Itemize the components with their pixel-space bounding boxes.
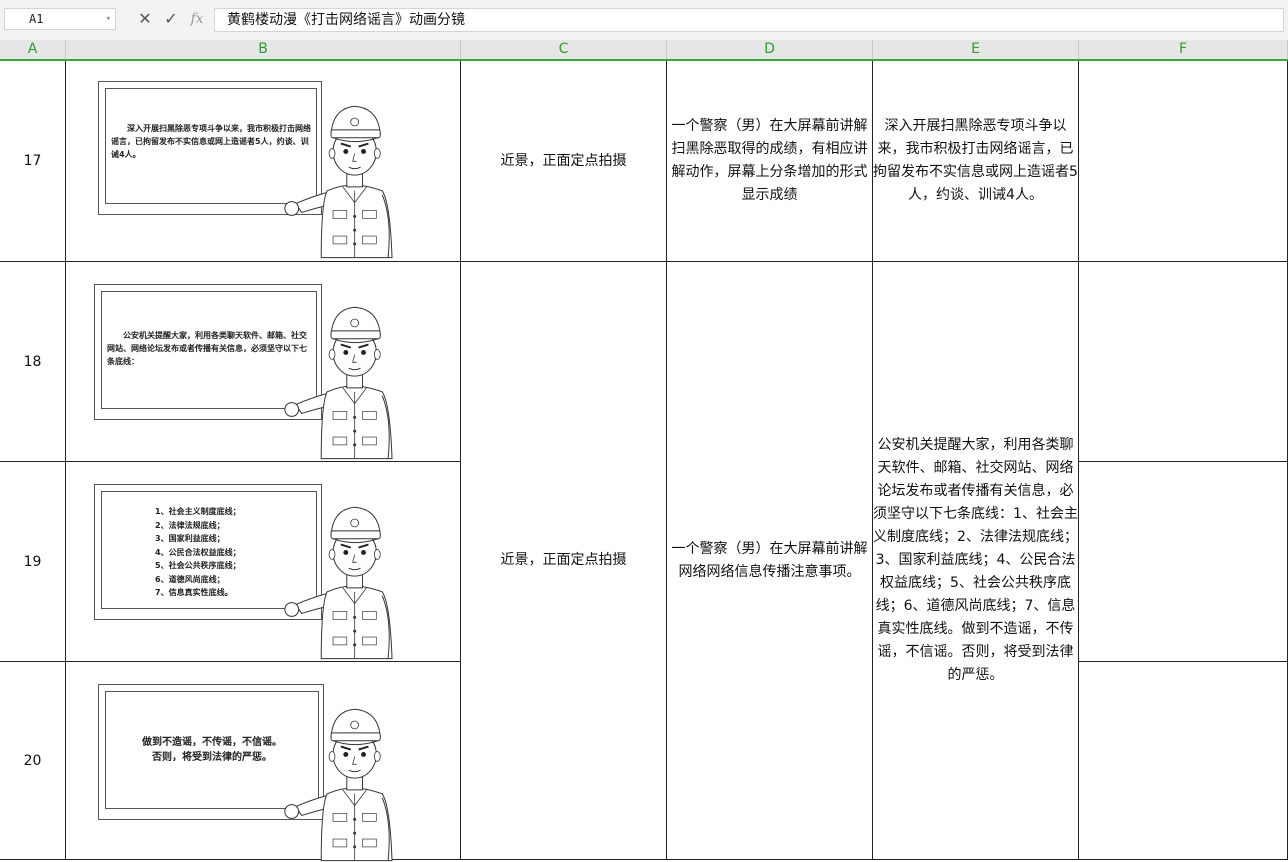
board-list-item: 3、国家利益底线；: [155, 534, 225, 543]
board-list-item: 1、社会主义制度底线；: [155, 507, 241, 516]
row-number-17[interactable]: 17: [0, 61, 66, 262]
cell-d18-text: 一个警察（男）在大屏幕前讲解网络网络信息传播注意事项。: [671, 540, 868, 580]
cell-b18[interactable]: 公安机关提醒大家，利用各类聊天软件、邮箱、社交网站、网络论坛发布或者传播有关信息…: [66, 262, 461, 462]
board-list: 1、社会主义制度底线； 2、法律法规底线； 3、国家利益底线； 4、公民合法权益…: [155, 505, 241, 600]
column-header-e[interactable]: E: [873, 40, 1079, 59]
cell-c18-text: 近景，正面定点拍摄: [500, 552, 627, 568]
cell-d17[interactable]: 一个警察（男）在大屏幕前讲解扫黑除恶取得的成绩，有相应讲解动作，屏幕上分条增加的…: [667, 61, 873, 262]
column-header-a[interactable]: A: [0, 40, 66, 59]
cell-e17-text: 深入开展扫黑除恶专项斗争以来，我市积极打击网络谣言，已拘留发布不实信息或网上造谣…: [873, 118, 1078, 203]
row-number-18[interactable]: 18: [0, 262, 66, 462]
cell-b20[interactable]: 做到不造谣，不传谣，不信谣。 否则，将受到法律的严惩。: [66, 662, 461, 862]
column-header-c[interactable]: C: [461, 40, 667, 59]
cell-e18-text: 公安机关提醒大家，利用各类聊天软件、邮箱、社交网站、网络论坛发布或者传播有关信息…: [873, 437, 1078, 683]
police-officer-illustration: [283, 105, 394, 259]
row-number-19[interactable]: 19: [0, 462, 66, 662]
cell-f20[interactable]: [1079, 662, 1288, 860]
column-header-d[interactable]: D: [667, 40, 873, 59]
column-header-f[interactable]: F: [1079, 40, 1288, 59]
board-list-item: 5、社会公共秩序底线；: [155, 561, 241, 570]
cell-d18-merged[interactable]: 一个警察（男）在大屏幕前讲解网络网络信息传播注意事项。: [667, 262, 873, 860]
storyboard-frame-20: 做到不造谣，不传谣，不信谣。 否则，将受到法律的严惩。: [66, 662, 461, 862]
board-list-item: 6、道德风尚底线；: [155, 574, 225, 584]
chevron-down-icon[interactable]: ▾: [106, 9, 111, 29]
close-icon[interactable]: ✕: [134, 8, 156, 30]
cell-c18-merged[interactable]: 近景，正面定点拍摄: [461, 262, 667, 860]
fx-icon[interactable]: fx: [186, 8, 208, 30]
spreadsheet-grid: 17 深入开展扫黑除恶专项斗争以来，我市积极打击网络谣言，已拘留发布不实信息或网…: [0, 61, 1288, 862]
cell-f19[interactable]: [1079, 462, 1288, 662]
board-list-item: 4、公民合法权益底线；: [155, 547, 241, 557]
storyboard-frame-19: 1、社会主义制度底线； 2、法律法规底线； 3、国家利益底线； 4、公民合法权益…: [66, 462, 461, 662]
cell-d17-text: 一个警察（男）在大屏幕前讲解扫黑除恶取得的成绩，有相应讲解动作，屏幕上分条增加的…: [671, 118, 868, 203]
police-officer-illustration: [283, 306, 394, 460]
name-box-value: A1: [29, 12, 44, 26]
row-number-20[interactable]: 20: [0, 662, 66, 860]
storyboard-frame-18: 公安机关提醒大家，利用各类聊天软件、邮箱、社交网站、网络论坛发布或者传播有关信息…: [66, 262, 461, 462]
cell-b19[interactable]: 1、社会主义制度底线； 2、法律法规底线； 3、国家利益底线； 4、公民合法权益…: [66, 462, 461, 662]
cell-e18-merged[interactable]: 公安机关提醒大家，利用各类聊天软件、邮箱、社交网站、网络论坛发布或者传播有关信息…: [873, 262, 1079, 860]
check-icon[interactable]: ✓: [160, 8, 182, 30]
formula-bar: A1 ▾ ✕ ✓ fx 黄鹤楼动漫《打击网络谣言》动画分镜: [0, 0, 1288, 40]
board-list-item: 2、法律法规底线；: [155, 520, 225, 530]
formula-input[interactable]: 黄鹤楼动漫《打击网络谣言》动画分镜: [214, 8, 1284, 32]
cell-e17[interactable]: 深入开展扫黑除恶专项斗争以来，我市积极打击网络谣言，已拘留发布不实信息或网上造谣…: [873, 61, 1079, 262]
cell-f18[interactable]: [1079, 262, 1288, 462]
cell-c17-text: 近景，正面定点拍摄: [500, 152, 627, 169]
cell-c17[interactable]: 近景，正面定点拍摄: [461, 61, 667, 262]
police-officer-illustration: [283, 506, 394, 660]
cell-f17[interactable]: [1079, 61, 1288, 262]
police-officer-illustration: [283, 708, 394, 862]
column-header-b[interactable]: B: [66, 40, 461, 59]
board-list-item: 7、信息真实性底线。: [155, 588, 233, 597]
name-box[interactable]: A1 ▾: [4, 8, 116, 30]
column-header-bar: A B C D E F: [0, 40, 1288, 61]
cell-b17[interactable]: 深入开展扫黑除恶专项斗争以来，我市积极打击网络谣言，已拘留发布不实信息或网上造谣…: [66, 61, 461, 262]
storyboard-frame-17: 深入开展扫黑除恶专项斗争以来，我市积极打击网络谣言，已拘留发布不实信息或网上造谣…: [66, 61, 461, 262]
